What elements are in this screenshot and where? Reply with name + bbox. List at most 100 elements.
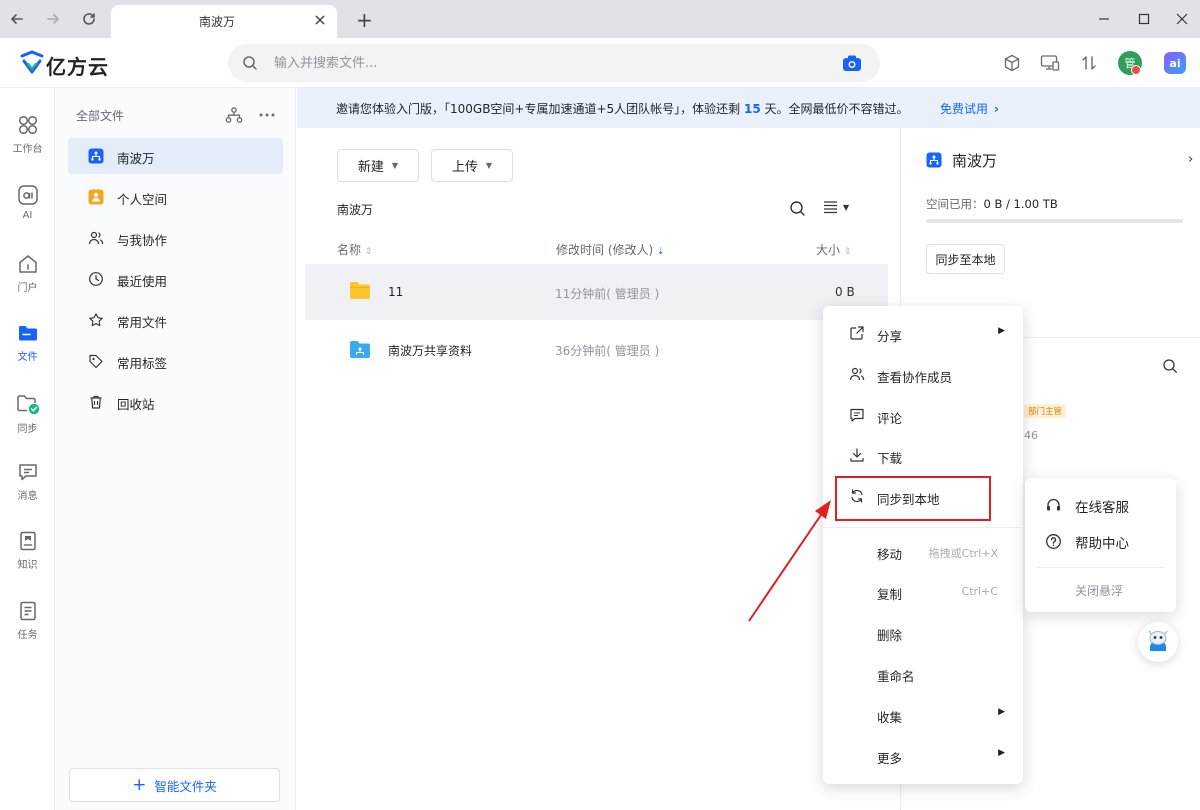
clock-icon [88,271,104,287]
upload-button[interactable]: 上传 ▼ [431,149,513,182]
column-header-name[interactable]: 名称 ⇕ [337,241,372,258]
sort-icon: ⇕ [843,247,852,257]
sidebar-item-personal[interactable]: 个人空间 [68,179,283,215]
column-header-size[interactable]: 大小 ⇕ [816,241,851,258]
sync-to-local-button[interactable]: 同步至本地 [926,244,1005,274]
file-modified: 11分钟前( 管理员 ) [555,287,660,301]
sidebar-title: 全部文件 [76,109,125,123]
file-name[interactable]: 11 [388,285,403,299]
device-icon[interactable] [1038,51,1062,75]
collapse-panel-icon[interactable]: › [1188,152,1193,167]
menu-item-more[interactable]: 更多 ▶ [823,735,1023,776]
sidebar-item-collab[interactable]: 与我协作 [68,220,283,256]
collab-icon [88,230,104,246]
menu-item-download[interactable]: 下载 [823,435,1023,476]
rail-label: 同步 [17,424,38,435]
sidebar-item-favorites[interactable]: 常用文件 [68,302,283,338]
sidebar-item-label: 常用文件 [117,315,168,330]
logo-icon[interactable] [20,50,44,76]
view-mode-toggle[interactable]: ▼ [823,200,849,214]
table-row[interactable]: 11 11分钟前( 管理员 ) 0 B [305,264,888,320]
smart-folder-button[interactable]: + 智能文件夹 [69,768,280,802]
minimize-icon[interactable] [1094,9,1114,29]
sort-icon: ⇕ [364,247,373,257]
task-icon [19,601,36,621]
rail-item-messages[interactable]: 消息 [0,461,55,519]
sidebar-item-nanbowan[interactable]: 南波万 [68,138,283,174]
download-icon [849,447,865,463]
member-search-icon[interactable] [1162,358,1178,374]
breadcrumb[interactable]: 南波万 [337,201,373,218]
sidebar-item-recent[interactable]: 最近使用 [68,261,283,297]
maximize-icon[interactable] [1134,9,1154,29]
online-service-item[interactable]: 在线客服 [1045,492,1165,518]
rail-item-ai[interactable]: AI [0,184,55,242]
rail-item-knowledge[interactable]: 知识 [0,530,55,588]
file-modified: 36分钟前( 管理员 ) [555,344,660,358]
browser-tab[interactable]: 南波万 [111,5,337,38]
rail-item-portal[interactable]: 门户 [0,253,55,311]
back-icon[interactable] [6,8,28,30]
menu-item-label: 下载 [877,451,903,466]
help-divider [1037,567,1164,568]
menu-item-label: 收集 [877,710,903,725]
menu-item-move[interactable]: 移动 拖拽或Ctrl+X [823,531,1023,572]
sidebar-item-label: 最近使用 [117,274,168,289]
member-info-partial: 46 [1024,429,1038,442]
window-close-icon[interactable] [1172,9,1192,29]
menu-divider [823,527,1023,528]
new-button[interactable]: 新建 ▼ [337,149,419,182]
rail-item-sync[interactable]: 同步 [0,392,55,450]
search-files-icon[interactable] [789,200,806,217]
search-input[interactable] [274,51,814,75]
forward-icon[interactable] [42,8,64,30]
menu-item-label: 删除 [877,628,903,643]
team-folder-icon [926,152,942,168]
list-view-icon [824,201,837,214]
menu-item-label: 更多 [877,751,903,766]
menu-item-members[interactable]: 查看协作成员 [823,354,1023,395]
column-header-modified[interactable]: 修改时间 (修改人) ⇣ [556,241,665,258]
menu-item-delete[interactable]: 删除 [823,612,1023,653]
rail-label: 文件 [17,352,38,363]
table-row[interactable]: 南波万共享资料 36分钟前( 管理员 ) [305,321,888,377]
free-trial-link[interactable]: 免费试用 › [940,100,999,117]
tab-close-icon[interactable] [314,14,326,26]
rail-label: 知识 [17,560,38,571]
submenu-arrow-icon: ▶ [998,707,1005,717]
reload-icon[interactable] [78,8,100,30]
transfer-icon[interactable] [1077,51,1101,75]
rail-item-files[interactable]: 文件 [0,322,55,380]
rail-item-workbench[interactable]: 工作台 [0,114,55,172]
ai-assistant-icon[interactable]: ai [1164,52,1186,74]
org-tree-icon[interactable] [225,107,243,123]
menu-item-collect[interactable]: 收集 ▶ [823,694,1023,735]
close-float-button[interactable]: 关闭悬浮 [1075,582,1123,599]
new-tab-button[interactable]: + [356,8,373,32]
camera-search-icon[interactable] [842,54,862,72]
cube-icon[interactable] [1000,51,1024,75]
chevron-right-icon: › [994,102,999,116]
rail-label: 消息 [17,491,38,502]
menu-item-label: 移动 [877,547,903,562]
menu-item-comment[interactable]: 评论 [823,395,1023,436]
menu-item-label: 查看协作成员 [877,370,953,385]
sidebar-item-tags[interactable]: 常用标签 [68,343,283,379]
more-icon[interactable] [258,107,276,123]
file-name[interactable]: 南波万共享资料 [388,342,472,359]
rail-item-tasks[interactable]: 任务 [0,600,55,658]
support-mascot-button[interactable] [1138,622,1178,662]
sidebar-item-trash[interactable]: 回收站 [68,384,283,420]
menu-item-shortcut: 拖拽或Ctrl+X [928,547,998,560]
menu-item-copy[interactable]: 复制 Ctrl+C [823,571,1023,612]
help-center-item[interactable]: 帮助中心 [1045,528,1165,554]
headset-icon [1045,497,1062,514]
online-service-label: 在线客服 [1075,500,1129,516]
logo-text: 亿方云 [46,55,109,79]
menu-item-rename[interactable]: 重命名 [823,653,1023,694]
annotation-arrow [748,500,831,622]
menu-item-label: 重命名 [877,669,915,684]
caret-down-icon: ▼ [391,161,399,170]
menu-item-share[interactable]: 分享 ▶ [823,313,1023,354]
knowledge-icon [19,531,36,551]
